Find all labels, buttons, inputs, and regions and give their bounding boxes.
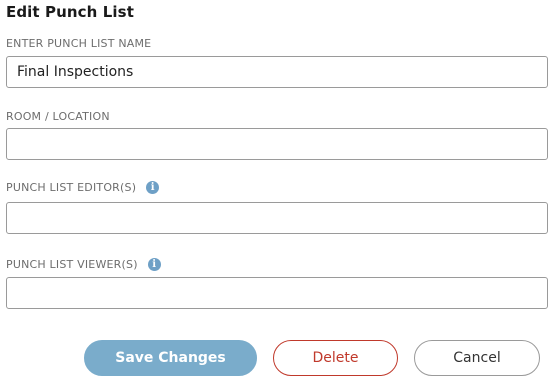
viewers-info-icon[interactable]: i [147,258,161,271]
cancel-button[interactable]: Cancel [414,340,540,376]
dialog-title: Edit Punch List [6,3,134,21]
editors-info-icon[interactable]: i [146,181,160,194]
punch-list-name-label: ENTER PUNCH LIST NAME [6,37,151,50]
viewers-input[interactable] [6,277,548,309]
viewers-label: PUNCH LIST VIEWER(S) i [6,258,161,271]
room-location-input[interactable] [6,128,548,160]
editors-label: PUNCH LIST EDITOR(S) i [6,181,160,194]
viewers-label-text: PUNCH LIST VIEWER(S) [6,258,138,271]
delete-button[interactable]: Delete [273,340,398,376]
punch-list-name-input[interactable] [6,56,548,88]
edit-punch-list-dialog: Edit Punch List ENTER PUNCH LIST NAME RO… [0,0,554,383]
room-location-label: ROOM / LOCATION [6,110,110,123]
editors-input[interactable] [6,202,548,234]
punch-list-name-label-text: ENTER PUNCH LIST NAME [6,37,152,50]
save-changes-button[interactable]: Save Changes [84,340,257,376]
room-location-label-text: ROOM / LOCATION [6,110,110,123]
editors-label-text: PUNCH LIST EDITOR(S) [6,181,137,194]
